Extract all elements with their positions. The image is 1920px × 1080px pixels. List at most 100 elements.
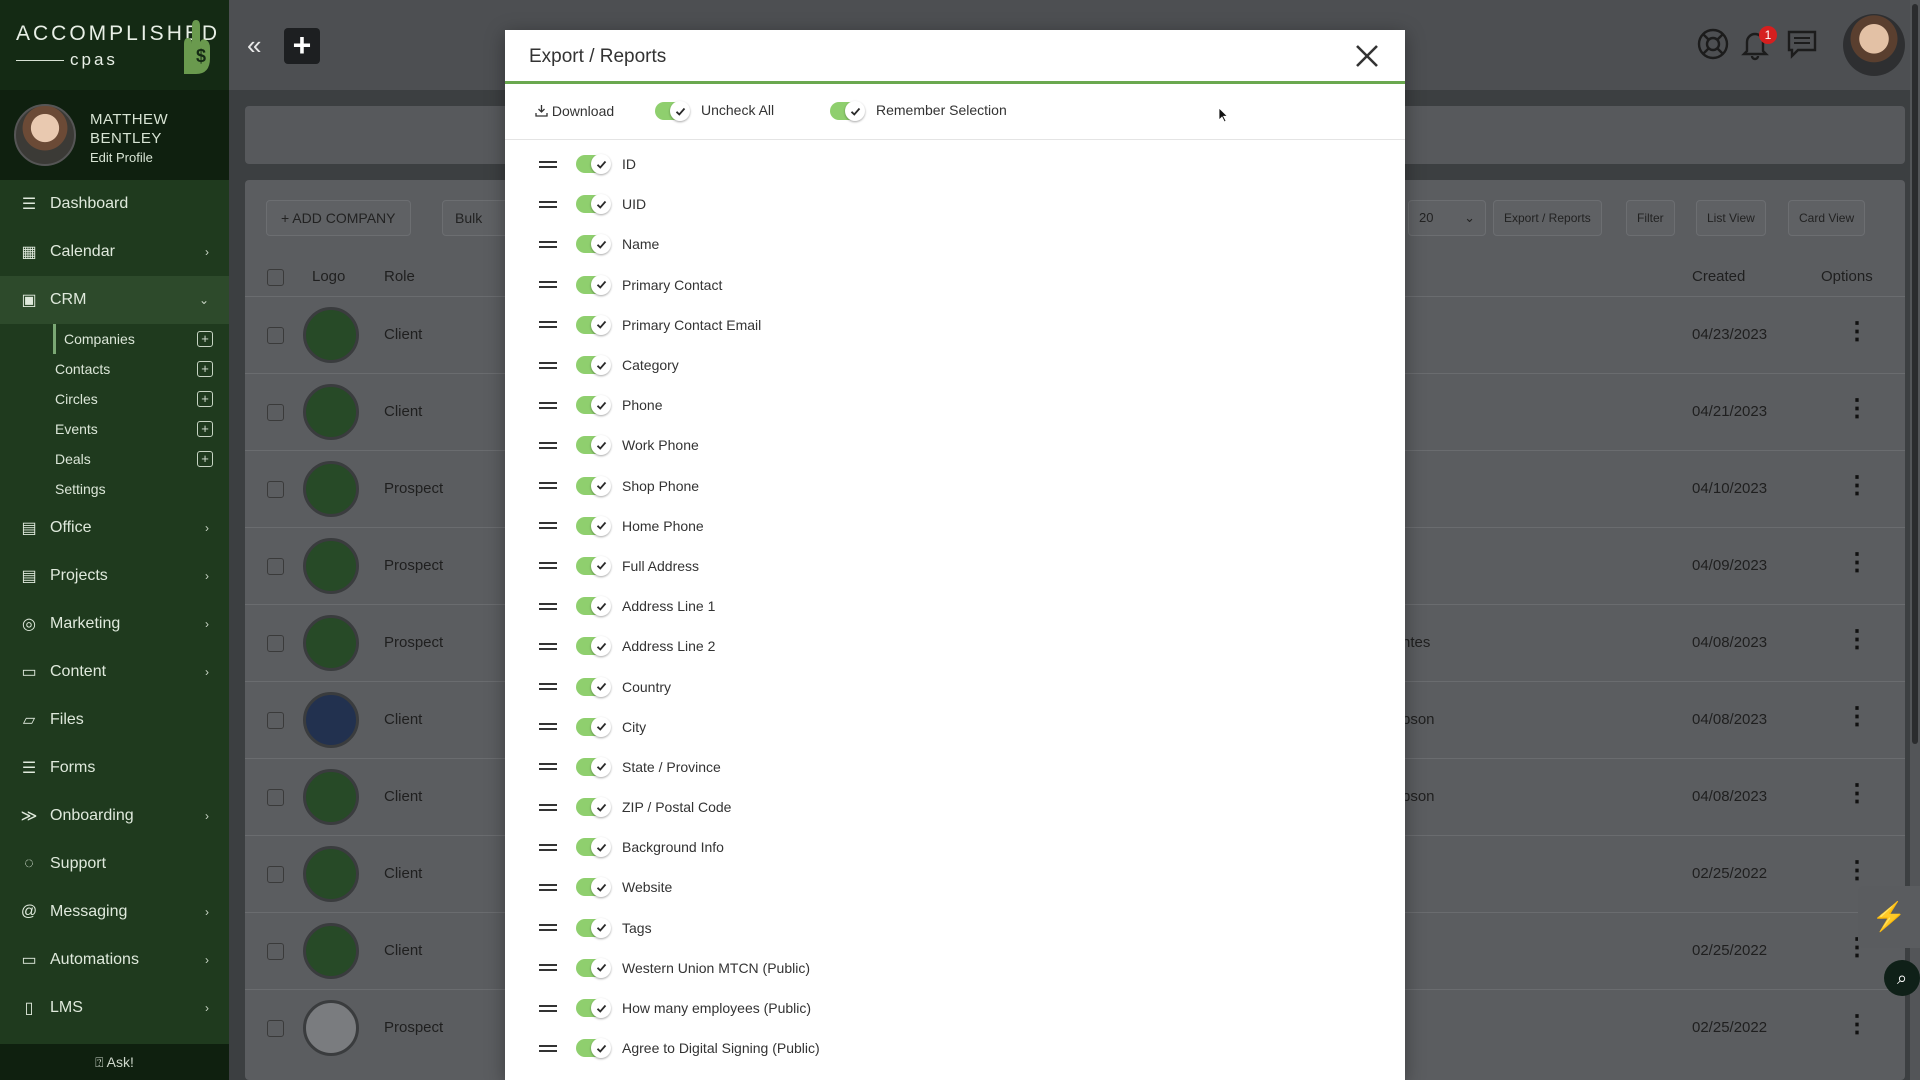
field-toggle[interactable] [576, 636, 611, 657]
field-toggle[interactable] [576, 515, 611, 536]
field-toggle[interactable] [576, 555, 611, 576]
row-options-icon[interactable]: ⋮ [1845, 317, 1869, 346]
field-toggle[interactable] [576, 716, 611, 737]
drag-handle-icon[interactable] [539, 801, 557, 814]
close-icon[interactable] [1351, 40, 1383, 72]
row-options-icon[interactable]: ⋮ [1845, 779, 1869, 808]
list-view-button[interactable]: List View [1696, 200, 1766, 236]
profile-avatar[interactable] [14, 104, 76, 166]
sidebar-item-messaging[interactable]: @ Messaging › [0, 888, 229, 936]
drag-handle-icon[interactable] [539, 479, 557, 492]
per-page-select[interactable]: 20 ⌄ [1408, 200, 1486, 236]
field-toggle[interactable] [576, 234, 611, 255]
drag-handle-icon[interactable] [539, 1002, 557, 1015]
drag-handle-icon[interactable] [539, 760, 557, 773]
drag-handle-icon[interactable] [539, 399, 557, 412]
lightning-icon[interactable]: ⚡ [1858, 886, 1920, 948]
field-toggle[interactable] [576, 314, 611, 335]
field-toggle[interactable] [576, 355, 611, 376]
field-toggle[interactable] [576, 274, 611, 295]
row-options-icon[interactable]: ⋮ [1845, 471, 1869, 500]
drag-handle-icon[interactable] [539, 559, 557, 572]
sidebar-item-office[interactable]: ▤ Office › [0, 504, 229, 552]
sidebar-item-automations[interactable]: ▭ Automations › [0, 936, 229, 984]
drag-handle-icon[interactable] [539, 238, 557, 251]
drag-handle-icon[interactable] [539, 600, 557, 613]
field-toggle[interactable] [576, 756, 611, 777]
drag-handle-icon[interactable] [539, 318, 557, 331]
chat-icon[interactable] [1785, 27, 1819, 61]
role-column-header[interactable]: Role [384, 268, 415, 285]
field-toggle[interactable] [576, 1038, 611, 1059]
sidebar-item-crm[interactable]: ▣ CRM ⌄ [0, 276, 229, 324]
row-checkbox[interactable] [267, 404, 284, 421]
sidebar-item-onboarding[interactable]: ≫ Onboarding › [0, 792, 229, 840]
field-toggle[interactable] [576, 475, 611, 496]
row-checkbox[interactable] [267, 712, 284, 729]
edit-profile-link[interactable]: Edit Profile [90, 150, 153, 165]
sidebar-item-calendar[interactable]: ▦ Calendar › [0, 228, 229, 276]
field-toggle[interactable] [576, 395, 611, 416]
bulk-button[interactable]: Bulk [442, 200, 512, 236]
field-toggle[interactable] [576, 435, 611, 456]
row-checkbox[interactable] [267, 558, 284, 575]
drag-handle-icon[interactable] [539, 198, 557, 211]
row-checkbox[interactable] [267, 481, 284, 498]
row-checkbox[interactable] [267, 789, 284, 806]
row-options-icon[interactable]: ⋮ [1845, 1010, 1869, 1039]
collapse-sidebar-icon[interactable]: « [247, 30, 261, 61]
drag-handle-icon[interactable] [539, 881, 557, 894]
sidebar-item-projects[interactable]: ▤ Projects › [0, 552, 229, 600]
add-company-button[interactable]: + ADD COMPANY [266, 200, 411, 236]
ask-button[interactable]: ⍰ Ask! [0, 1044, 229, 1080]
row-options-icon[interactable]: ⋮ [1845, 625, 1869, 654]
field-toggle[interactable] [576, 877, 611, 898]
sidebar-item-files[interactable]: ▱ Files [0, 696, 229, 744]
add-plus-icon[interactable]: + [197, 331, 213, 347]
drag-handle-icon[interactable] [539, 961, 557, 974]
drag-handle-icon[interactable] [539, 359, 557, 372]
created-column-header[interactable]: Created [1692, 268, 1745, 285]
row-options-icon[interactable]: ⋮ [1845, 548, 1869, 577]
crm-subitem-deals[interactable]: Deals + [0, 444, 229, 474]
sidebar-item-support[interactable]: ◌ Support [0, 840, 229, 888]
field-toggle[interactable] [576, 154, 611, 175]
brand-logo[interactable]: ACCOMPLISHED cpas $ [0, 0, 229, 90]
row-checkbox[interactable] [267, 866, 284, 883]
remember-selection-toggle[interactable] [830, 101, 865, 122]
add-plus-icon[interactable]: + [197, 451, 213, 467]
row-checkbox[interactable] [267, 635, 284, 652]
download-button[interactable]: Download [535, 103, 614, 119]
field-toggle[interactable] [576, 957, 611, 978]
field-toggle[interactable] [576, 797, 611, 818]
field-toggle[interactable] [576, 917, 611, 938]
field-toggle[interactable] [576, 596, 611, 617]
crm-subitem-circles[interactable]: Circles + [0, 384, 229, 414]
field-toggle[interactable] [576, 837, 611, 858]
sidebar-item-forms[interactable]: ☰ Forms [0, 744, 229, 792]
drag-handle-icon[interactable] [539, 921, 557, 934]
field-toggle[interactable] [576, 194, 611, 215]
export-reports-button[interactable]: Export / Reports [1493, 200, 1602, 236]
drag-handle-icon[interactable] [539, 640, 557, 653]
field-toggle[interactable] [576, 998, 611, 1019]
drag-handle-icon[interactable] [539, 680, 557, 693]
quick-add-button[interactable]: + [284, 28, 320, 64]
row-checkbox[interactable] [267, 1020, 284, 1037]
crm-subitem-contacts[interactable]: Contacts + [0, 354, 229, 384]
row-checkbox[interactable] [267, 327, 284, 344]
scrollbar-thumb[interactable] [1912, 4, 1918, 744]
row-options-icon[interactable]: ⋮ [1845, 394, 1869, 423]
drag-handle-icon[interactable] [539, 158, 557, 171]
drag-handle-icon[interactable] [539, 439, 557, 452]
add-plus-icon[interactable]: + [197, 361, 213, 377]
user-avatar[interactable] [1843, 14, 1905, 76]
sidebar-item-content[interactable]: ▭ Content › [0, 648, 229, 696]
drag-handle-icon[interactable] [539, 1042, 557, 1055]
crm-subitem-companies[interactable]: Companies + [53, 324, 229, 354]
sidebar-item-dashboard[interactable]: ☰ Dashboard [0, 180, 229, 228]
uncheck-all-toggle[interactable] [655, 101, 690, 122]
drag-handle-icon[interactable] [539, 720, 557, 733]
filter-button[interactable]: Filter [1626, 200, 1675, 236]
drag-handle-icon[interactable] [539, 519, 557, 532]
